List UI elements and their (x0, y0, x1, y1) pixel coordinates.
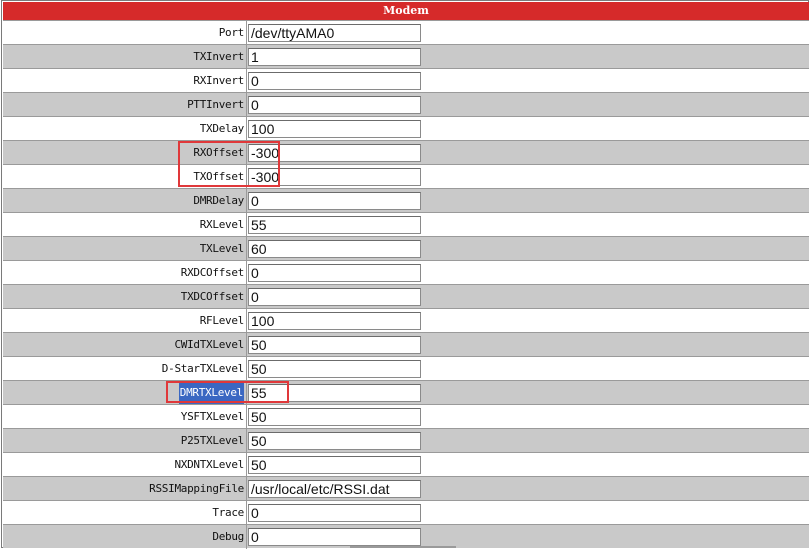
label-dstartxlevel: D-StarTXLevel (161, 362, 245, 375)
label-txoffset: TXOffset (193, 170, 244, 183)
label-rxlevel: RXLevel (199, 218, 245, 231)
label-ysftxlevel: YSFTXLevel (180, 410, 245, 423)
label-nxdntxlevel: NXDNTXLevel (174, 458, 244, 471)
settings-row-rxdcoffset: RXDCOffset (3, 260, 809, 285)
column-divider (246, 165, 247, 189)
port-input[interactable] (248, 24, 421, 42)
nxdntxlevel-input[interactable] (248, 456, 421, 474)
column-divider (246, 285, 247, 309)
column-divider (246, 45, 247, 69)
label-rflevel: RFLevel (199, 314, 245, 327)
column-divider (246, 141, 247, 165)
column-divider (246, 429, 247, 453)
column-divider (246, 501, 247, 525)
column-divider (246, 93, 247, 117)
column-divider (246, 237, 247, 261)
column-divider (246, 309, 247, 333)
settings-row-txlevel: TXLevel (3, 236, 809, 261)
settings-row-trace: Trace (3, 500, 809, 525)
column-divider (246, 405, 247, 429)
settings-row-txinvert: TXInvert (3, 44, 809, 69)
settings-row-cwidtxlevel: CWIdTXLevel (3, 332, 809, 357)
p25txlevel-input[interactable] (248, 432, 421, 450)
label-trace: Trace (212, 506, 244, 519)
label-txinvert: TXInvert (193, 50, 244, 63)
debug-input[interactable] (248, 528, 421, 546)
rxdcoffset-input[interactable] (248, 264, 421, 282)
column-divider (246, 525, 247, 549)
column-divider (246, 189, 247, 213)
column-divider (246, 69, 247, 93)
settings-row-txdcoffset: TXDCOffset (3, 284, 809, 309)
label-txlevel: TXLevel (199, 242, 245, 255)
label-rxdcoffset: RXDCOffset (180, 266, 245, 279)
settings-row-txdelay: TXDelay (3, 116, 809, 141)
settings-row-rxoffset: RXOffset (3, 140, 809, 165)
settings-row-txoffset: TXOffset (3, 164, 809, 189)
column-divider (246, 453, 247, 477)
rssimappingfile-input[interactable] (248, 480, 421, 498)
txlevel-input[interactable] (248, 240, 421, 258)
txoffset-input[interactable] (248, 168, 421, 186)
label-rxoffset: RXOffset (193, 146, 244, 159)
column-divider (246, 333, 247, 357)
rxlevel-input[interactable] (248, 216, 421, 234)
dstartxlevel-input[interactable] (248, 360, 421, 378)
pttinvert-input[interactable] (248, 96, 421, 114)
settings-row-nxdntxlevel: NXDNTXLevel (3, 452, 809, 477)
dmrdelay-input[interactable] (248, 192, 421, 210)
label-pttinvert: PTTInvert (187, 98, 244, 111)
label-port: Port (218, 26, 245, 39)
trace-input[interactable] (248, 504, 421, 522)
rflevel-input[interactable] (248, 312, 421, 330)
label-dmrdelay: DMRDelay (193, 194, 244, 207)
column-divider (246, 21, 247, 45)
settings-row-ysftxlevel: YSFTXLevel (3, 404, 809, 429)
settings-row-dstartxlevel: D-StarTXLevel (3, 356, 809, 381)
settings-row-rflevel: RFLevel (3, 308, 809, 333)
dmrtxlevel-input[interactable] (248, 384, 421, 402)
column-divider (246, 381, 247, 405)
modem-settings-table: Modem Port TXInvert RXInvert PTTInvert TXDel… (1, 0, 809, 549)
column-divider (246, 261, 247, 285)
txdcoffset-input[interactable] (248, 288, 421, 306)
settings-row-rxinvert: RXInvert (3, 68, 809, 93)
rxoffset-input[interactable] (248, 144, 421, 162)
section-header-modem: Modem (3, 2, 809, 20)
label-p25txlevel: P25TXLevel (180, 434, 245, 447)
settings-row-dmrdelay: DMRDelay (3, 188, 809, 213)
column-divider (246, 213, 247, 237)
cwidtxlevel-input[interactable] (248, 336, 421, 354)
settings-row-p25txlevel: P25TXLevel (3, 428, 809, 453)
settings-row-rssimappingfile: RSSIMappingFile (3, 476, 809, 501)
settings-row-pttinvert: PTTInvert (3, 92, 809, 117)
settings-row-port: Port (3, 20, 809, 45)
ysftxlevel-input[interactable] (248, 408, 421, 426)
txdelay-input[interactable] (248, 120, 421, 138)
column-divider (246, 357, 247, 381)
label-cwidtxlevel: CWIdTXLevel (174, 338, 244, 351)
txinvert-input[interactable] (248, 48, 421, 66)
label-debug: Debug (212, 530, 244, 543)
column-divider (246, 117, 247, 141)
column-divider (246, 477, 247, 501)
rxinvert-input[interactable] (248, 72, 421, 90)
settings-row-dmrtxlevel: DMRTXLevel (3, 380, 809, 405)
page-bottom-edge (350, 546, 456, 548)
label-txdelay: TXDelay (199, 122, 245, 135)
label-txdcoffset: TXDCOffset (180, 290, 245, 303)
settings-row-debug: Debug (3, 524, 809, 549)
label-rxinvert: RXInvert (193, 74, 244, 87)
settings-row-rxlevel: RXLevel (3, 212, 809, 237)
label-dmrtxlevel: DMRTXLevel (178, 382, 244, 404)
label-rssimappingfile: RSSIMappingFile (149, 482, 244, 495)
